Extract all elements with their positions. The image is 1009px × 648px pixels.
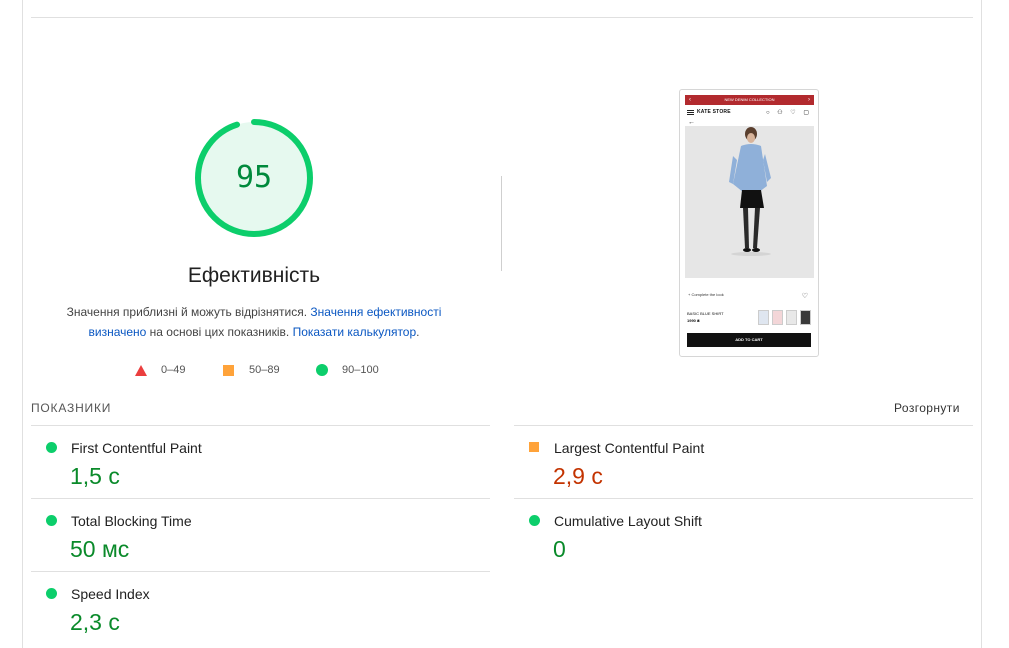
metric-value: 2,3 с <box>70 609 120 635</box>
metric-tbt: Total Blocking Time 50 мс <box>31 498 490 571</box>
chevron-right-icon: › <box>808 97 810 103</box>
description-text: . <box>416 325 420 339</box>
thumb-product-photo <box>685 126 814 278</box>
thumb-product-price: 1990 ₴ <box>687 318 700 323</box>
description-text: Значення приблизні й можуть відрізнятися… <box>66 305 311 319</box>
metric-name: Cumulative Layout Shift <box>554 513 702 529</box>
thumb-complete-look: + Complete the look <box>688 292 724 297</box>
pass-circle-icon <box>46 515 57 526</box>
metric-value: 1,5 с <box>70 463 120 489</box>
heart-icon: ♡ <box>801 293 808 300</box>
thumb-navbar: KATE STORE ○ ⚇ ♡ ▢ <box>685 108 814 118</box>
swatch <box>800 310 811 325</box>
swatch <box>758 310 769 325</box>
top-divider <box>31 17 973 18</box>
triangle-icon <box>135 364 147 376</box>
gauge-score-value: 95 <box>235 159 273 195</box>
metrics-header: ПОКАЗНИКИ <box>31 401 112 415</box>
pass-circle-icon <box>46 442 57 453</box>
chevron-left-icon: ‹ <box>689 97 691 103</box>
performance-gauge: 95 <box>192 118 316 242</box>
description-text: на основі цих показників. <box>146 325 293 339</box>
metric-name: Speed Index <box>71 586 150 602</box>
pass-circle-icon <box>46 588 57 599</box>
pass-circle-icon <box>529 515 540 526</box>
metric-lcp: Largest Contentful Paint 2,9 с <box>514 425 973 498</box>
legend-range: 90–100 <box>342 364 379 376</box>
metric-value: 0 <box>553 536 566 562</box>
metric-name: Total Blocking Time <box>71 513 192 529</box>
metric-value: 2,9 с <box>553 463 603 489</box>
vertical-divider <box>501 176 502 271</box>
arrow-left-icon: ← <box>688 119 695 126</box>
thumb-banner: ‹ NEW DENIM COLLECTION › <box>685 95 814 105</box>
swatch <box>772 310 783 325</box>
thumb-product-name: BASIC BLUE SHIRT <box>687 311 724 316</box>
gauge-title: Ефективність <box>187 264 321 287</box>
model-illustration <box>685 126 814 278</box>
circle-icon <box>316 364 328 376</box>
legend-average: 50–89 <box>223 362 280 378</box>
swatch <box>786 310 797 325</box>
average-square-icon <box>529 442 539 452</box>
square-icon <box>223 364 234 376</box>
menu-icon <box>687 110 694 115</box>
thumb-logo: KATE STORE <box>697 109 731 115</box>
legend-range: 50–89 <box>249 364 280 376</box>
metric-si: Speed Index 2,3 с <box>31 571 490 644</box>
thumb-color-swatches <box>758 310 811 325</box>
thumb-banner-text: NEW DENIM COLLECTION <box>724 97 775 102</box>
legend-fail: 0–49 <box>135 362 185 378</box>
score-description: Значення приблизні й можуть відрізнятися… <box>58 302 450 342</box>
final-screenshot[interactable]: ‹ NEW DENIM COLLECTION › KATE STORE ○ ⚇ … <box>679 89 819 357</box>
calculator-link[interactable]: Показати калькулятор <box>293 325 417 339</box>
metric-value: 50 мс <box>70 536 130 562</box>
expand-toggle[interactable]: Розгорнути <box>894 401 960 415</box>
metric-name: Largest Contentful Paint <box>554 440 705 456</box>
thumb-nav-icons: ○ ⚇ ♡ ▢ <box>765 110 812 116</box>
metric-name: First Contentful Paint <box>71 440 202 456</box>
thumb-add-to-cart: ADD TO CART <box>687 333 811 347</box>
legend-range: 0–49 <box>161 364 186 376</box>
legend-pass: 90–100 <box>316 362 379 378</box>
metric-fcp: First Contentful Paint 1,5 с <box>31 425 490 498</box>
metric-cls: Cumulative Layout Shift 0 <box>514 498 973 571</box>
